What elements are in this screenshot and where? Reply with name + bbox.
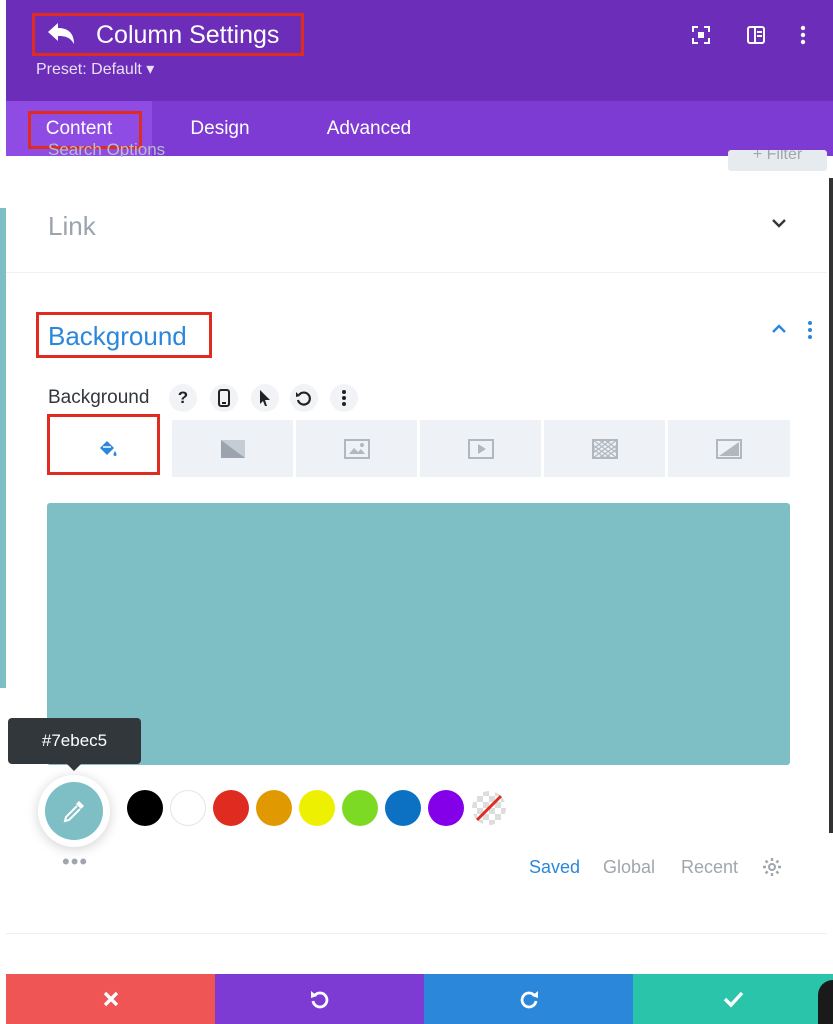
search-options-input[interactable]: Search Options	[48, 143, 165, 157]
save-button[interactable]	[633, 974, 833, 1024]
filter-button[interactable]: + Filter	[728, 150, 827, 171]
cancel-button[interactable]	[6, 974, 215, 1024]
split-view-icon[interactable]	[745, 24, 767, 46]
reset-icon[interactable]	[290, 384, 318, 412]
section-divider	[6, 272, 827, 273]
gradient-icon	[220, 439, 245, 458]
window-corner	[818, 980, 833, 1024]
tab-design[interactable]: Design	[166, 101, 274, 156]
swatch-transparent[interactable]	[471, 790, 507, 826]
highlight-box-background	[36, 312, 212, 358]
mask-icon	[716, 438, 742, 459]
section-divider-bottom	[6, 933, 827, 934]
close-icon	[103, 991, 118, 1007]
expand-icon[interactable]	[690, 24, 712, 46]
highlight-box-title	[32, 13, 304, 56]
color-picker-button[interactable]	[38, 775, 110, 847]
palette-settings-gear-icon[interactable]	[762, 857, 782, 877]
video-icon	[467, 438, 494, 459]
more-colors-dots[interactable]: •••	[62, 851, 88, 873]
tab-advanced[interactable]: Advanced	[306, 101, 432, 156]
checkmark-icon	[723, 991, 744, 1008]
scrollbar[interactable]	[829, 178, 833, 833]
tooltip-arrow	[66, 763, 82, 771]
field-menu-icon[interactable]	[330, 384, 358, 412]
color-value-tooltip: #7ebec5	[8, 718, 141, 764]
swatch-blue[interactable]	[385, 790, 421, 826]
highlight-box-color-type	[47, 414, 160, 475]
chevron-down-icon[interactable]	[768, 212, 790, 234]
swatch-purple[interactable]	[428, 790, 464, 826]
section-link-title[interactable]: Link	[48, 208, 96, 244]
bg-type-pattern[interactable]	[544, 420, 665, 477]
bg-type-mask[interactable]	[668, 420, 790, 477]
swatch-yellow[interactable]	[299, 790, 335, 826]
page-text-fragment	[0, 262, 6, 682]
image-icon	[343, 438, 370, 459]
redo-button[interactable]	[424, 974, 633, 1024]
palette-tab-global[interactable]: Global	[603, 856, 655, 878]
current-color-swatch	[45, 782, 103, 840]
hover-cursor-icon[interactable]	[251, 384, 279, 412]
swatch-green[interactable]	[342, 790, 378, 826]
help-icon[interactable]: ?	[169, 384, 197, 412]
eyedropper-icon	[63, 801, 84, 823]
bg-type-image[interactable]	[296, 420, 417, 477]
section-menu-icon[interactable]	[807, 320, 813, 340]
swatch-black[interactable]	[127, 790, 163, 826]
redo-icon	[520, 991, 538, 1009]
responsive-icon[interactable]	[210, 384, 238, 412]
undo-button[interactable]	[215, 974, 424, 1024]
chevron-up-icon[interactable]	[768, 318, 790, 340]
more-options-icon[interactable]	[792, 24, 814, 46]
bg-type-video[interactable]	[420, 420, 541, 477]
swatch-orange[interactable]	[256, 790, 292, 826]
color-preview[interactable]	[47, 503, 790, 765]
swatch-red[interactable]	[213, 790, 249, 826]
palette-tab-saved[interactable]: Saved	[529, 856, 580, 878]
undo-icon	[310, 991, 328, 1009]
pattern-icon	[591, 438, 618, 459]
preset-selector[interactable]: Preset: Default ▾	[36, 60, 154, 80]
swatch-white[interactable]	[170, 790, 206, 826]
palette-tab-recent[interactable]: Recent	[681, 856, 738, 878]
bg-type-gradient[interactable]	[172, 420, 293, 477]
background-field-label: Background	[48, 387, 150, 408]
